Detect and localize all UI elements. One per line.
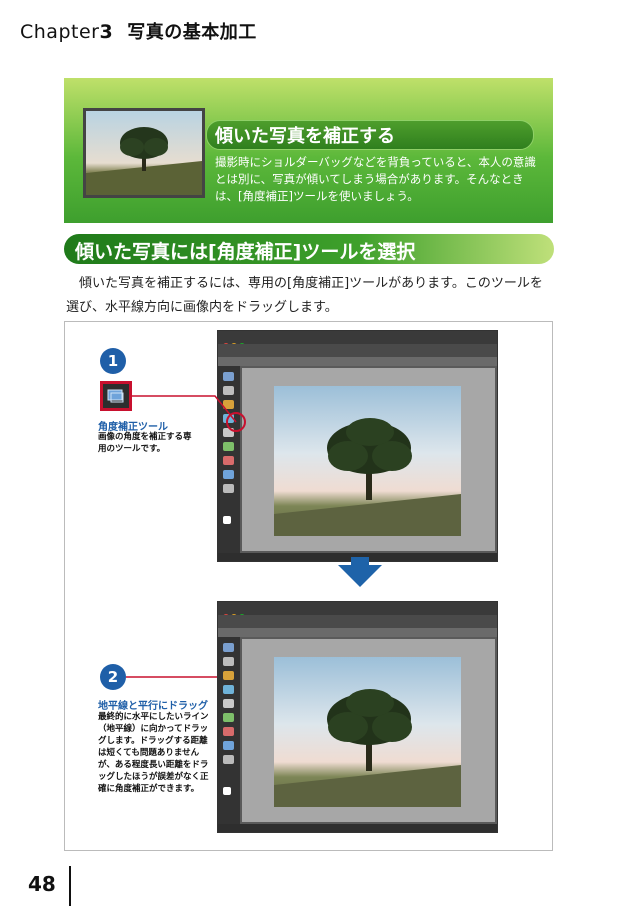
app-statusbar — [218, 824, 497, 832]
arrow-down-icon — [338, 565, 382, 587]
app-options-bar — [218, 615, 497, 629]
app-toolbar — [218, 637, 240, 824]
step-2-title: 地平線と平行にドラッグ — [98, 701, 208, 712]
app-menubar — [218, 602, 497, 620]
tool-icon — [223, 755, 234, 764]
tree-illustration — [274, 689, 461, 807]
tool-icon — [223, 727, 234, 736]
step-2-badge: 2 — [100, 664, 126, 690]
tool-icon — [223, 671, 234, 680]
tool-icon — [223, 699, 234, 708]
tool-icon — [223, 657, 234, 666]
tool-icon — [223, 741, 234, 750]
page-divider — [69, 866, 71, 906]
tool-icon — [223, 643, 234, 652]
app-canvas — [242, 639, 495, 822]
tool-icon — [223, 713, 234, 722]
color-swatch-icon — [223, 787, 231, 795]
canvas-photo — [274, 657, 461, 807]
tool-icon — [223, 685, 234, 694]
app-screenshot-during — [217, 601, 498, 833]
page-number: 48 — [28, 872, 56, 896]
app-document-tab — [218, 628, 497, 637]
step-1-body: 画像の角度を補正する専用のツールです。 — [98, 432, 192, 454]
step-2-body: 最終的に水平にしたいライン（地平線）に向かってドラッグします。ドラッグする距離は… — [98, 712, 209, 794]
